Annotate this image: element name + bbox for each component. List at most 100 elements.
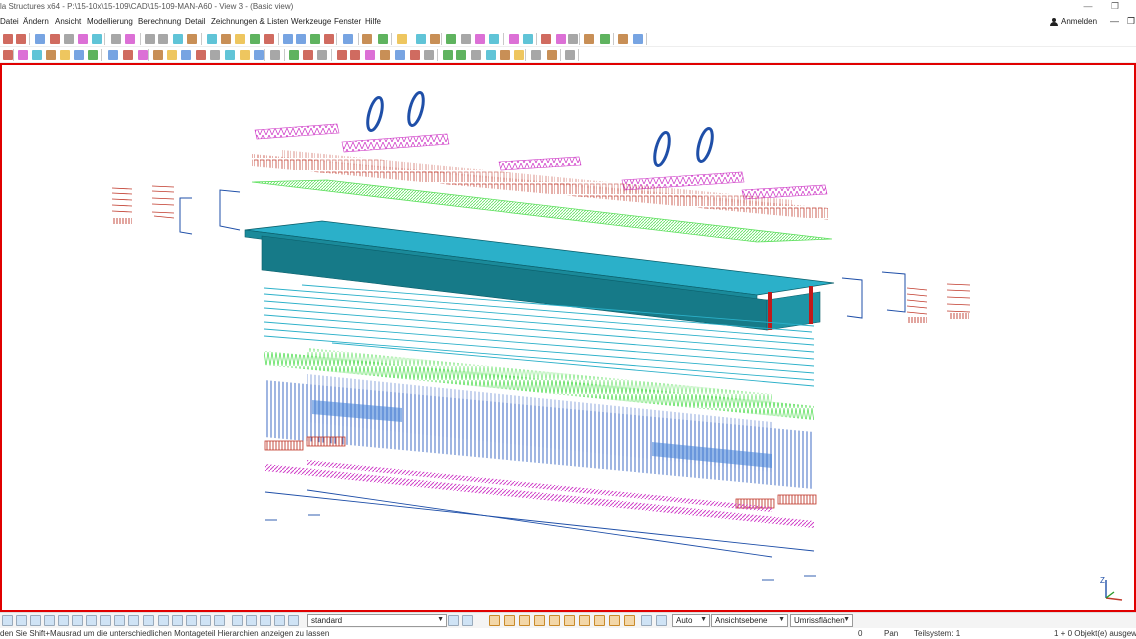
menu-werkzeuge[interactable]: Werkzeuge (291, 17, 331, 26)
selection-switch-icon[interactable] (200, 615, 211, 626)
selection-switch-icon[interactable] (86, 615, 97, 626)
selection-switch-icon[interactable] (172, 615, 183, 626)
toolbar-tool-icon[interactable] (430, 34, 440, 44)
selection-switch-icon[interactable] (579, 615, 590, 626)
selection-switch-icon[interactable] (564, 615, 575, 626)
toolbar-tool-icon[interactable] (123, 50, 133, 60)
selection-switch-icon[interactable] (288, 615, 299, 626)
selection-switch-icon[interactable] (128, 615, 139, 626)
toolbar-tool-icon[interactable] (3, 50, 13, 60)
toolbar-tool-icon[interactable] (584, 34, 594, 44)
surface-combo[interactable]: Umrissflächen ▼ (790, 614, 853, 627)
model-view-3[interactable]: Z (0, 63, 1136, 612)
selection-switch-icon[interactable] (30, 615, 41, 626)
toolbar-tool-icon[interactable] (158, 34, 168, 44)
toolbar-tool-icon[interactable] (187, 34, 197, 44)
filter-combo[interactable]: standard ▼ (307, 614, 447, 627)
toolbar-tool-icon[interactable] (145, 34, 155, 44)
model-canvas[interactable]: Z (2, 65, 1134, 610)
toolbar-tool-icon[interactable] (456, 50, 466, 60)
menu-berechnung[interactable]: Berechnung (138, 17, 181, 26)
toolbar-tool-icon[interactable] (337, 50, 347, 60)
toolbar-tool-icon[interactable] (618, 34, 628, 44)
selection-switch-icon[interactable] (641, 615, 652, 626)
toolbar-tool-icon[interactable] (380, 50, 390, 60)
selection-switch-icon[interactable] (624, 615, 635, 626)
toolbar-tool-icon[interactable] (424, 50, 434, 60)
selection-switch-icon[interactable] (246, 615, 257, 626)
toolbar-tool-icon[interactable] (74, 50, 84, 60)
minimize-ribbon-button[interactable]: — (1110, 16, 1119, 26)
selection-switch-icon[interactable] (143, 615, 154, 626)
toolbar-tool-icon[interactable] (565, 50, 575, 60)
toolbar-tool-icon[interactable] (270, 50, 280, 60)
toolbar-tool-icon[interactable] (514, 50, 524, 60)
toolbar-tool-icon[interactable] (92, 34, 102, 44)
toolbar-tool-icon[interactable] (64, 34, 74, 44)
selection-switch-icon[interactable] (186, 615, 197, 626)
toolbar-tool-icon[interactable] (283, 34, 293, 44)
toolbar-tool-icon[interactable] (264, 34, 274, 44)
toolbar-tool-icon[interactable] (500, 50, 510, 60)
selection-switch-icon[interactable] (504, 615, 515, 626)
selection-switch-icon[interactable] (72, 615, 83, 626)
menu-hilfe[interactable]: Hilfe (365, 17, 381, 26)
menu-detail[interactable]: Detail (185, 17, 205, 26)
selection-switch-icon[interactable] (214, 615, 225, 626)
selection-switch-icon[interactable] (114, 615, 125, 626)
toolbar-tool-icon[interactable] (225, 50, 235, 60)
selection-switch-icon[interactable] (44, 615, 55, 626)
window-restore-button[interactable]: ❐ (1108, 1, 1122, 12)
toolbar-tool-icon[interactable] (221, 34, 231, 44)
toolbar-tool-icon[interactable] (397, 34, 407, 44)
toolbar-tool-icon[interactable] (317, 50, 327, 60)
toolbar-tool-icon[interactable] (486, 50, 496, 60)
toolbar-tool-icon[interactable] (50, 34, 60, 44)
menu-zeichnungen-listen[interactable]: Zeichnungen & Listen (211, 17, 288, 26)
selection-switch-icon[interactable] (2, 615, 13, 626)
selection-switch-icon[interactable] (274, 615, 285, 626)
selection-switch-icon[interactable] (158, 615, 169, 626)
toolbar-tool-icon[interactable] (235, 34, 245, 44)
toolbar-tool-icon[interactable] (461, 34, 471, 44)
window-minimize-button[interactable]: — (1081, 1, 1095, 11)
toolbar-tool-icon[interactable] (310, 34, 320, 44)
selection-switch-icon[interactable] (100, 615, 111, 626)
menu-modellierung[interactable]: Modellierung (87, 17, 133, 26)
toolbar-tool-icon[interactable] (78, 34, 88, 44)
toolbar-tool-icon[interactable] (210, 50, 220, 60)
toolbar-tool-icon[interactable] (250, 34, 260, 44)
toolbar-tool-icon[interactable] (240, 50, 250, 60)
toolbar-tool-icon[interactable] (531, 50, 541, 60)
toolbar-tool-icon[interactable] (509, 34, 519, 44)
toolbar-tool-icon[interactable] (446, 34, 456, 44)
toolbar-tool-icon[interactable] (35, 34, 45, 44)
toolbar-tool-icon[interactable] (125, 34, 135, 44)
toolbar-tool-icon[interactable] (138, 50, 148, 60)
toolbar-tool-icon[interactable] (324, 34, 334, 44)
toolbar-tool-icon[interactable] (296, 34, 306, 44)
toolbar-tool-icon[interactable] (111, 34, 121, 44)
toolbar-tool-icon[interactable] (46, 50, 56, 60)
toolbar-tool-icon[interactable] (556, 34, 566, 44)
toolbar-tool-icon[interactable] (600, 34, 610, 44)
toolbar-tool-icon[interactable] (443, 50, 453, 60)
toolbar-tool-icon[interactable] (633, 34, 643, 44)
toolbar-tool-icon[interactable] (254, 50, 264, 60)
selection-switch-icon[interactable] (519, 615, 530, 626)
toolbar-tool-icon[interactable] (523, 34, 533, 44)
selection-switch-icon[interactable] (534, 615, 545, 626)
menu-fenster[interactable]: Fenster (334, 17, 361, 26)
selection-switch-icon[interactable] (232, 615, 243, 626)
sign-in-button[interactable]: Anmelden (1050, 17, 1097, 26)
toolbar-tool-icon[interactable] (475, 34, 485, 44)
toolbar-tool-icon[interactable] (395, 50, 405, 60)
left-end-details[interactable] (111, 185, 241, 235)
toolbar-tool-icon[interactable] (207, 34, 217, 44)
menu-datei[interactable]: Datei (0, 17, 19, 26)
toolbar-tool-icon[interactable] (410, 50, 420, 60)
toolbar-tool-icon[interactable] (541, 34, 551, 44)
toolbar-tool-icon[interactable] (32, 50, 42, 60)
toolbar-tool-icon[interactable] (303, 50, 313, 60)
selection-switch-icon[interactable] (594, 615, 605, 626)
